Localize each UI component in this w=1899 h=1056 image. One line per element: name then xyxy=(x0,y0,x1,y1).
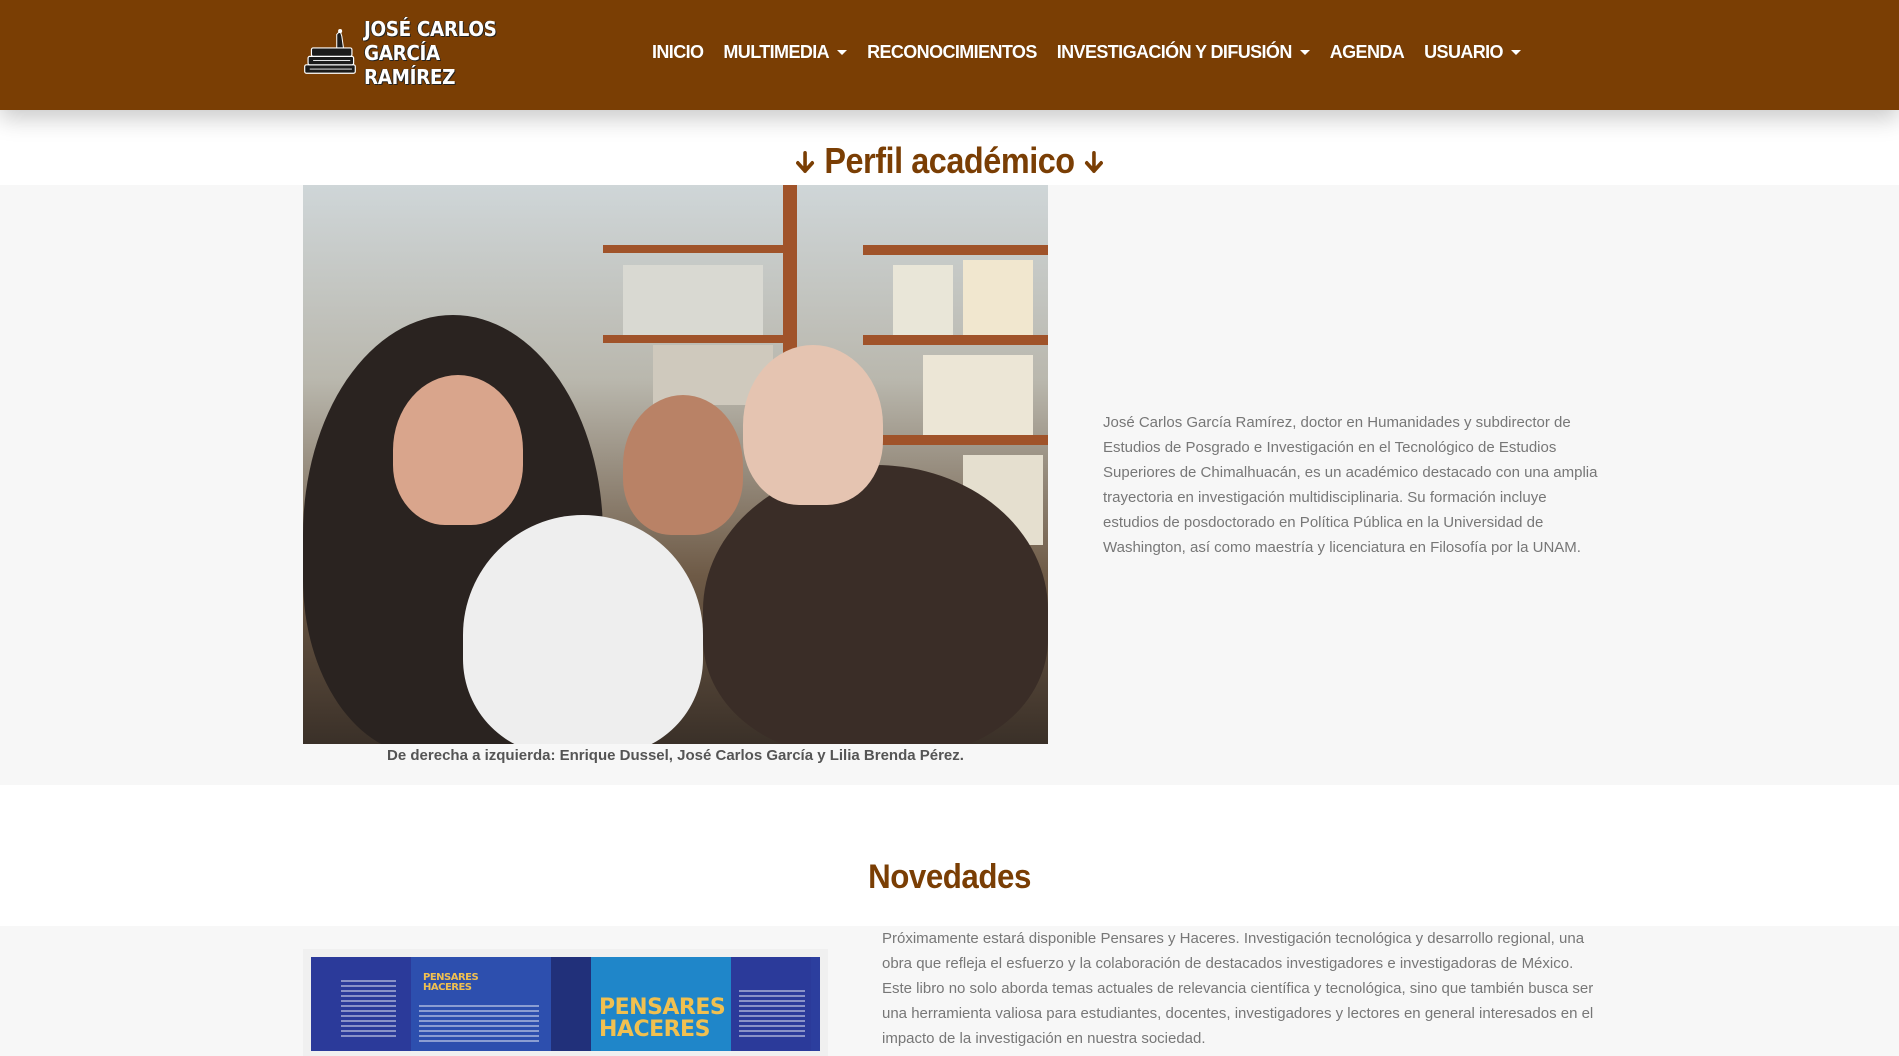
nav-inicio[interactable]: INICIO xyxy=(652,41,704,63)
cover-small-title-2: HACERES xyxy=(423,982,472,993)
nav-investigacion-label: INVESTIGACIÓN Y DIFUSIÓN xyxy=(1056,41,1293,62)
perfil-section: De derecha a izquierda: Enrique Dussel, … xyxy=(0,185,1899,785)
brand-logo-link[interactable]: JOSÉ CARLOS GARCÍA RAMÍREZ xyxy=(303,17,523,89)
book-cover-art: PENSARES HACERES PENSARES HACERES xyxy=(311,957,820,1051)
book-cover-image[interactable]: PENSARES HACERES PENSARES HACERES xyxy=(303,949,828,1056)
nav-multimedia[interactable]: MULTIMEDIA xyxy=(723,41,848,63)
perfil-title-area: Perfil académico xyxy=(0,110,1899,186)
caret-down-icon xyxy=(837,49,848,55)
cover-big-title-2: HACERES xyxy=(599,1017,710,1042)
novedades-title: Novedades xyxy=(868,858,1031,896)
brand-line-1: JOSÉ CARLOS xyxy=(364,17,497,41)
photo-caption: De derecha a izquierda: Enrique Dussel, … xyxy=(387,747,964,764)
nav-multimedia-label: MULTIMEDIA xyxy=(723,41,830,62)
nav-inicio-label: INICIO xyxy=(652,41,704,62)
cover-small-title: PENSARES HACERES xyxy=(423,973,479,993)
perfil-description: José Carlos García Ramírez, doctor en Hu… xyxy=(1103,414,1598,556)
nav-investigacion[interactable]: INVESTIGACIÓN Y DIFUSIÓN xyxy=(1057,42,1310,63)
nav-agenda-label: AGENDA xyxy=(1329,41,1405,62)
navbar: JOSÉ CARLOS GARCÍA RAMÍREZ INICIO MULTIM… xyxy=(0,0,1899,110)
arrow-down-icon xyxy=(1084,151,1103,173)
caret-down-icon xyxy=(1299,49,1310,55)
arrow-down-icon xyxy=(796,151,815,173)
brand-line-2: GARCÍA RAMÍREZ xyxy=(364,41,456,89)
brand-text: JOSÉ CARLOS GARCÍA RAMÍREZ xyxy=(364,17,510,89)
nav-reconocimientos-label: RECONOCIMIENTOS xyxy=(867,41,1037,62)
profile-photo xyxy=(303,185,1048,744)
novedades-section: PENSARES HACERES PENSARES HACERES Próxim… xyxy=(0,926,1899,1056)
caret-down-icon xyxy=(1510,49,1521,55)
perfil-title-text: Perfil académico xyxy=(824,140,1075,181)
books-stack-icon xyxy=(304,29,356,74)
nav-agenda[interactable]: AGENDA xyxy=(1329,41,1405,63)
nav-usuario[interactable]: USUARIO xyxy=(1424,42,1521,63)
nav-usuario-label: USUARIO xyxy=(1424,41,1503,62)
nav-reconocimientos[interactable]: RECONOCIMIENTOS xyxy=(867,42,1037,63)
perfil-title: Perfil académico xyxy=(95,140,1804,182)
novedades-description: Próximamente estará disponible Pensares … xyxy=(882,930,1594,1047)
cover-big-title: PENSARES HACERES xyxy=(599,997,726,1042)
main-nav: INICIO MULTIMEDIA RECONOCIMIENTOS INVEST… xyxy=(652,40,1541,64)
